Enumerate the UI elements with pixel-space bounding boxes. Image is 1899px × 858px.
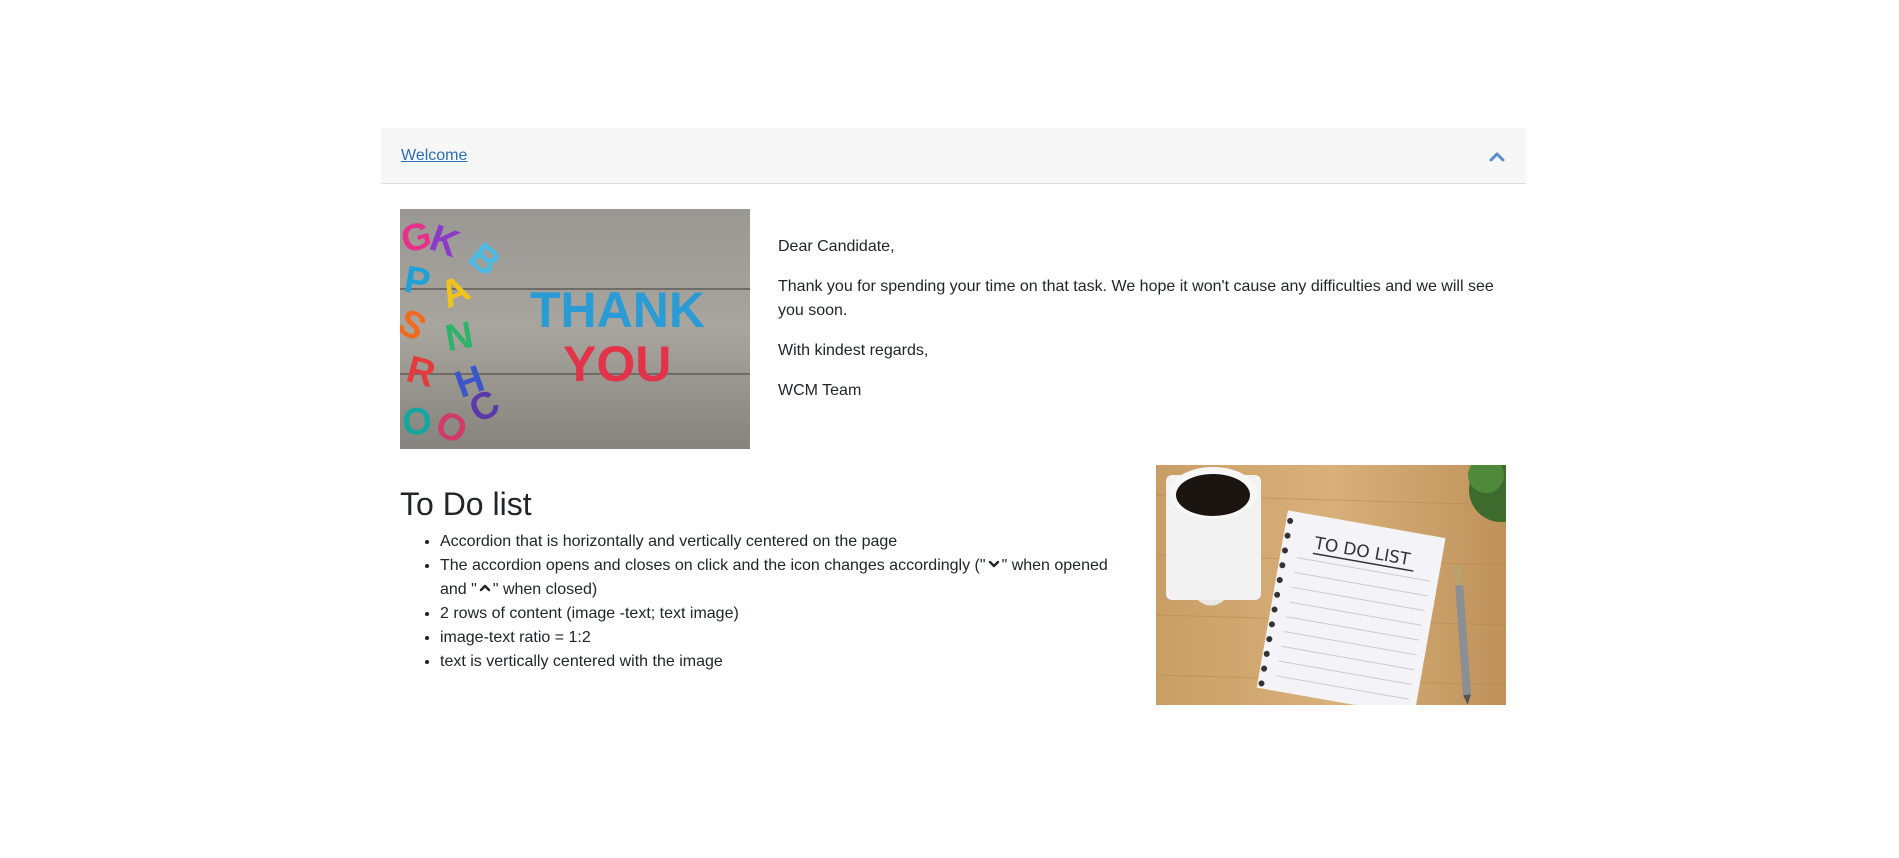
list-item: The accordion opens and closes on click … — [440, 554, 1130, 602]
svg-text:O: O — [400, 400, 433, 444]
chevron-up-icon[interactable] — [1488, 147, 1506, 165]
chevron-down-icon — [988, 560, 999, 568]
you-word: YOU — [563, 336, 671, 392]
accordion-header[interactable]: Welcome — [381, 128, 1526, 184]
signature: WCM Team — [778, 382, 862, 399]
item2-end: " when closed) — [492, 581, 598, 598]
list-item: Accordion that is horizontally and verti… — [440, 530, 1130, 554]
list-item: image-text ratio = 1:2 — [440, 626, 1130, 650]
letter-text: Dear Candidate, Thank you for spending y… — [778, 235, 1498, 419]
accordion-title-link[interactable]: Welcome — [401, 147, 467, 165]
closing: With kindest regards, — [778, 342, 929, 359]
thank-you-image: G K P A S N R H O O B C THANK YOU — [400, 209, 750, 449]
item2-start: The accordion opens and closes on click … — [440, 557, 986, 574]
chevron-up-icon — [479, 584, 491, 592]
list-item: 2 rows of content (image -text; text ima… — [440, 602, 1130, 626]
todo-list-image: TO DO LIST — [1156, 465, 1506, 705]
todo-section: To Do list Accordion that is horizontall… — [400, 484, 1130, 674]
accordion-body: G K P A S N R H O O B C THANK YOU Dear C… — [381, 184, 1526, 705]
accordion: Welcome G K P A S N R H O O B C THANK YO… — [381, 128, 1526, 705]
greeting: Dear Candidate, — [778, 238, 895, 255]
letter-body: Thank you for spending your time on that… — [778, 278, 1494, 319]
todo-title: To Do list — [400, 486, 532, 522]
list-item: text is vertically centered with the ima… — [440, 650, 1130, 674]
todo-list: Accordion that is horizontally and verti… — [400, 530, 1130, 674]
thank-word: THANK — [530, 282, 705, 338]
